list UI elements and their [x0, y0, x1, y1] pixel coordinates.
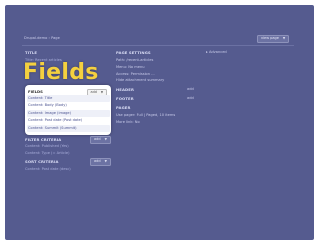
fields-item-image[interactable]: Content: Image (image) [28, 111, 71, 116]
pager-heading: PAGER [116, 105, 131, 110]
fields-heading: FIELDS [28, 88, 43, 94]
fields-item-title[interactable]: Content: Title [28, 96, 52, 101]
sort-add-button[interactable]: add ▼ [90, 158, 111, 167]
filter-item-type[interactable]: Content: Type (= Article) [25, 151, 70, 156]
filter-criteria-heading: FILTER CRITERIA [25, 137, 62, 142]
chevron-down-icon: ▼ [282, 35, 286, 40]
sort-criteria-heading: SORT CRITERIA [25, 159, 59, 164]
fields-item-summit[interactable]: Content: Summit (Summit) [28, 126, 77, 131]
breadcrumb: Drupal.demo › Page [24, 36, 60, 41]
pager-more-link[interactable]: More link: No [116, 120, 140, 125]
footer-heading: FOOTER [116, 96, 134, 101]
page-settings-heading: PAGE SETTINGS [116, 50, 151, 55]
chevron-down-icon: ▼ [104, 159, 107, 164]
breadcrumb-home[interactable]: Drupal.demo [24, 36, 47, 40]
page-settings-menu[interactable]: Menu: No menu [116, 65, 145, 70]
fields-add-label: add [90, 89, 97, 94]
advanced-toggle[interactable]: ▸ Advanced [206, 50, 227, 55]
pager-use-pager[interactable]: Use pager: Full | Paged, 10 items [116, 113, 175, 118]
view-page-label: view page [261, 35, 279, 40]
filter-item-published[interactable]: Content: Published (Yes) [25, 144, 69, 149]
page-settings-hide-attachment[interactable]: Hide attachment summary [116, 78, 164, 83]
fields-card: FIELDS add ▼ Content: Title Content: Body… [25, 85, 111, 135]
breadcrumb-current: Page [51, 36, 60, 40]
sort-add-label: add [94, 159, 101, 164]
chevron-down-icon: ▼ [100, 89, 104, 94]
view-page-button[interactable]: view page ▼ [257, 34, 290, 43]
fields-item-post-date[interactable]: Content: Post date (Post date) [28, 119, 82, 123]
chevron-down-icon: ▼ [104, 137, 107, 142]
sort-item-post-date[interactable]: Content: Post date (desc) [25, 167, 71, 172]
title-heading: TITLE [25, 50, 38, 55]
fields-item-body[interactable]: Content: Body (Body) [28, 104, 67, 108]
page-settings-access[interactable]: Access: Permission ... [116, 72, 155, 77]
footer-add-link[interactable]: add [187, 96, 194, 101]
page-settings-path[interactable]: Path: /recent-articles [116, 58, 153, 63]
header-add-link[interactable]: add [187, 87, 194, 92]
fields-callout-label: Fields [23, 60, 99, 85]
filter-add-button[interactable]: add ▼ [90, 136, 111, 145]
header-heading: HEADER [116, 87, 134, 92]
filter-add-label: add [94, 137, 101, 142]
divider [22, 45, 294, 46]
breadcrumb-separator: › [48, 36, 50, 40]
